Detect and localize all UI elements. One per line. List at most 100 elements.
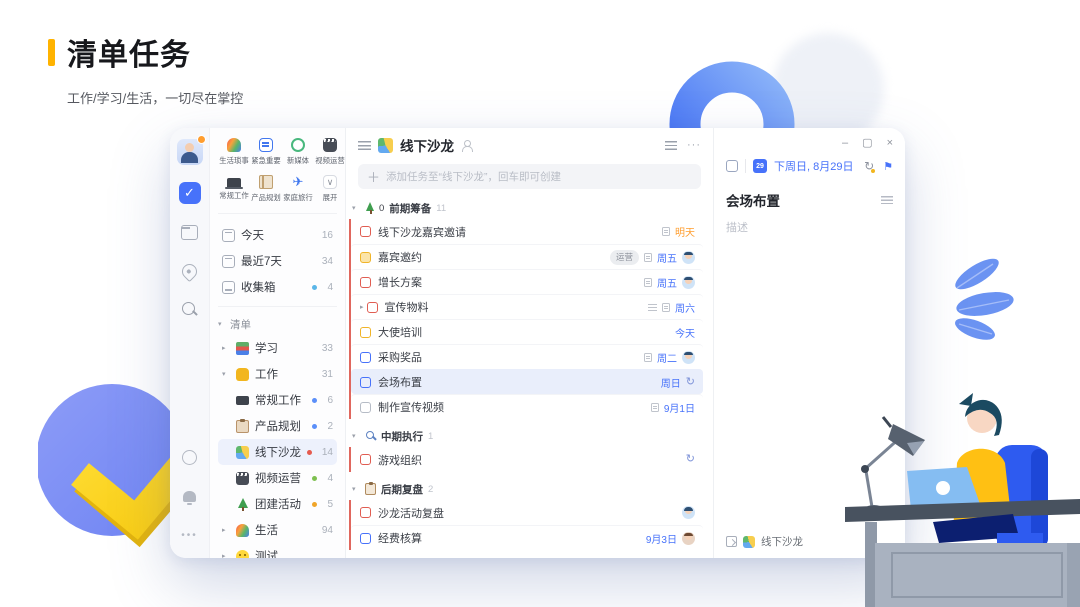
list-title: 线下沙龙: [400, 135, 454, 155]
sidebar-item-life[interactable]: ▸ 生活 94: [218, 517, 337, 543]
chevron-right-icon[interactable]: ▸: [360, 303, 364, 311]
sidebar-item-work[interactable]: ▾ 工作 31: [218, 361, 337, 387]
shortcut-newmedia[interactable]: 新媒体: [282, 138, 314, 166]
maximize-button[interactable]: ▢: [862, 138, 872, 149]
task-checkbox[interactable]: [360, 507, 371, 518]
description-placeholder[interactable]: 描述: [726, 219, 893, 235]
sidebar-item-team-building[interactable]: 团建活动 5: [218, 491, 337, 517]
shortcut-travel[interactable]: ✈ 家庭旅行: [282, 175, 314, 203]
tasks-icon[interactable]: ✓: [179, 182, 201, 204]
shortcut-expand[interactable]: ∨ 展开: [314, 175, 346, 203]
count-dot: [312, 424, 317, 429]
task-checkbox[interactable]: [360, 327, 371, 338]
leaves-decoration: [935, 238, 1025, 343]
task-row[interactable]: 经费核算 9月3日: [351, 525, 703, 550]
task-row[interactable]: ▸ 宣传物料 周六: [351, 294, 703, 319]
task-date: 今天: [675, 325, 695, 340]
task-checkbox[interactable]: [360, 226, 371, 237]
due-date[interactable]: 下周日, 8月29日: [774, 158, 853, 174]
sync-icon[interactable]: [182, 450, 197, 465]
repeat-icon[interactable]: ↻: [864, 159, 874, 173]
sort-icon[interactable]: [665, 141, 677, 150]
task-date: 周五: [657, 250, 677, 265]
task-checkbox[interactable]: [360, 252, 371, 263]
task-row[interactable]: 嘉宾邀约 运营 周五: [351, 244, 703, 269]
section-header[interactable]: ▾ 中期执行 1: [346, 425, 713, 447]
task-checkbox[interactable]: [360, 402, 371, 413]
sidebar-item-video-ops[interactable]: 视频运营 4: [218, 465, 337, 491]
shortcut-product[interactable]: 产品规划: [250, 175, 282, 203]
task-date: 周六: [675, 300, 695, 315]
format-menu-icon[interactable]: [881, 196, 893, 204]
calendar-icon[interactable]: [181, 225, 198, 240]
note-icon: [644, 253, 652, 262]
clapperboard-icon: [236, 472, 249, 485]
task-row[interactable]: 采购奖品 周二: [351, 344, 703, 369]
task-checkbox[interactable]: [360, 277, 371, 288]
tree-icon: [236, 498, 249, 511]
task-checkbox[interactable]: [367, 302, 378, 313]
search-icon[interactable]: [179, 299, 201, 321]
clipboard-icon: [236, 420, 249, 433]
page-header: 清单任务 工作/学习/生活，一切尽在掌控: [48, 30, 243, 107]
shortcut-life[interactable]: 生活琐事: [218, 138, 250, 166]
pomodoro-pin-icon[interactable]: [179, 260, 200, 281]
task-row[interactable]: 游戏组织 ↻: [351, 447, 703, 472]
sidebar-item-offline-salon[interactable]: 线下沙龙 14: [218, 439, 337, 465]
emoji-icon: [236, 550, 249, 559]
section-header[interactable]: ▾ 后期复盘 2: [346, 478, 713, 500]
count-dot: [312, 285, 317, 290]
task-row[interactable]: 大使培训 今天: [351, 319, 703, 344]
plus-icon: ＋: [367, 167, 380, 186]
task-row[interactable]: 沙龙活动复盘: [351, 500, 703, 525]
count-dot: [312, 476, 317, 481]
chevron-right-icon: ▸: [222, 526, 230, 534]
sidebar-item-product-plan[interactable]: 产品规划 2: [218, 413, 337, 439]
shortcut-grid: 生活琐事 紧急重要 新媒体 视频运营 常规工作: [218, 138, 337, 214]
lists-group-header[interactable]: ▾ 清单: [218, 313, 337, 335]
sidebar-item-test[interactable]: ▸ 测试: [218, 543, 337, 558]
share-member-icon[interactable]: [461, 140, 473, 151]
section-header[interactable]: ▾ 0 前期筹备 11: [346, 197, 713, 219]
task-row[interactable]: 制作宣传视频 9月1日: [351, 394, 703, 419]
task-checkbox[interactable]: [726, 160, 738, 172]
window-controls: – ▢ ×: [726, 134, 893, 152]
task-row[interactable]: 线下沙龙嘉宾邀请 明天: [351, 219, 703, 244]
clipboard-icon: [365, 483, 376, 495]
task-checkbox[interactable]: [360, 377, 371, 388]
tree-icon: [365, 202, 376, 214]
move-to-list-icon[interactable]: [726, 536, 737, 547]
sidebar-toggle-icon[interactable]: [358, 141, 371, 150]
task-checkbox[interactable]: [360, 533, 371, 544]
close-button[interactable]: ×: [887, 138, 893, 149]
user-avatar[interactable]: [177, 139, 203, 165]
detail-title[interactable]: 会场布置: [726, 190, 780, 210]
today-calendar-icon: [222, 229, 235, 242]
section-tasks: 线下沙龙嘉宾邀请 明天 嘉宾邀约 运营 周五: [349, 219, 703, 419]
sidebar-item-inbox[interactable]: 收集箱 4: [218, 274, 337, 300]
more-icon[interactable]: •••: [179, 524, 201, 546]
sidebar-item-regular-work[interactable]: 常规工作 6: [218, 387, 337, 413]
list-name[interactable]: 线下沙龙: [761, 534, 803, 549]
assignee-avatar: [682, 251, 695, 264]
sidebar-item-study[interactable]: ▸ 学习 33: [218, 335, 337, 361]
shortcut-regular-work[interactable]: 常规工作: [218, 175, 250, 203]
priority-matrix-icon: [259, 138, 273, 152]
shortcut-video[interactable]: 视频运营: [314, 138, 346, 166]
add-task-input[interactable]: ＋ 添加任务至“线下沙龙”，回车即可创建: [358, 164, 701, 189]
sidebar-item-next7days[interactable]: 最近7天 34: [218, 248, 337, 274]
shortcut-urgent[interactable]: 紧急重要: [250, 138, 282, 166]
task-row-selected[interactable]: 会场布置 周日 ↻: [351, 369, 703, 394]
priority-flag-icon[interactable]: ⚑: [883, 160, 893, 173]
divider: [745, 159, 746, 173]
section-tasks: 游戏组织 ↻: [349, 447, 703, 472]
notifications-bell-icon[interactable]: [183, 491, 196, 502]
task-row[interactable]: 增长方案 周五: [351, 269, 703, 294]
task-checkbox[interactable]: [360, 454, 371, 465]
task-checkbox[interactable]: [360, 352, 371, 363]
minimize-button[interactable]: –: [842, 138, 848, 149]
task-date: 周五: [657, 275, 677, 290]
plane-icon: ✈: [291, 175, 305, 189]
more-icon[interactable]: ···: [687, 139, 701, 151]
sidebar-item-today[interactable]: 今天 16: [218, 222, 337, 248]
